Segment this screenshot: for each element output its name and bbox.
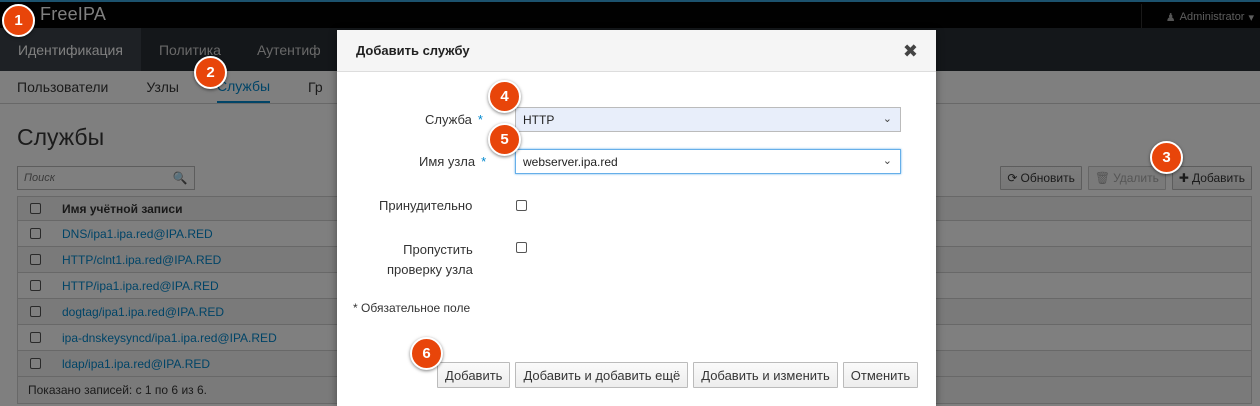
force-checkbox[interactable]	[516, 200, 527, 211]
step-badge: 2	[194, 56, 227, 89]
chevron-down-icon: ⌄	[882, 113, 892, 125]
step-badge: 1	[2, 4, 35, 37]
dialog-footer: Добавить Добавить и добавить ещё Добавит…	[437, 362, 919, 388]
skip-host-check-label: Пропустить проверку узла	[387, 240, 473, 280]
service-select[interactable]: HTTP ⌄	[515, 107, 901, 132]
host-select[interactable]: webserver.ipa.red ⌄	[515, 149, 901, 174]
host-field-label: Имя узла *	[419, 154, 486, 169]
dialog-add-button[interactable]: Добавить	[437, 362, 511, 388]
required-star: *	[481, 154, 487, 169]
dialog-header: Добавить службу ✖	[337, 30, 936, 72]
force-label: Принудительно	[379, 198, 473, 213]
chevron-down-icon: ⌄	[882, 155, 892, 167]
host-select-value: webserver.ipa.red	[523, 154, 618, 169]
dialog-title: Добавить службу	[356, 43, 470, 58]
step-badge: 6	[410, 337, 443, 370]
dialog-add-edit-button[interactable]: Добавить и изменить	[693, 362, 838, 388]
step-badge: 3	[1150, 141, 1183, 174]
service-field-label: Служба *	[425, 112, 483, 127]
step-badge: 5	[488, 123, 521, 156]
skip-label-line2: проверку узла	[387, 262, 473, 277]
skip-host-check-checkbox[interactable]	[516, 242, 527, 253]
dialog-cancel-button[interactable]: Отменить	[842, 362, 919, 388]
required-star: *	[477, 112, 483, 127]
host-label-text: Имя узла	[419, 154, 476, 169]
dialog-add-another-button[interactable]: Добавить и добавить ещё	[515, 362, 689, 388]
required-field-note: * Обязательное поле	[353, 301, 471, 315]
skip-label-line1: Пропустить	[403, 242, 473, 257]
service-label-text: Служба	[425, 112, 472, 127]
service-select-value: HTTP	[523, 112, 555, 127]
step-badge: 4	[488, 80, 521, 113]
close-icon[interactable]: ✖	[903, 42, 918, 60]
